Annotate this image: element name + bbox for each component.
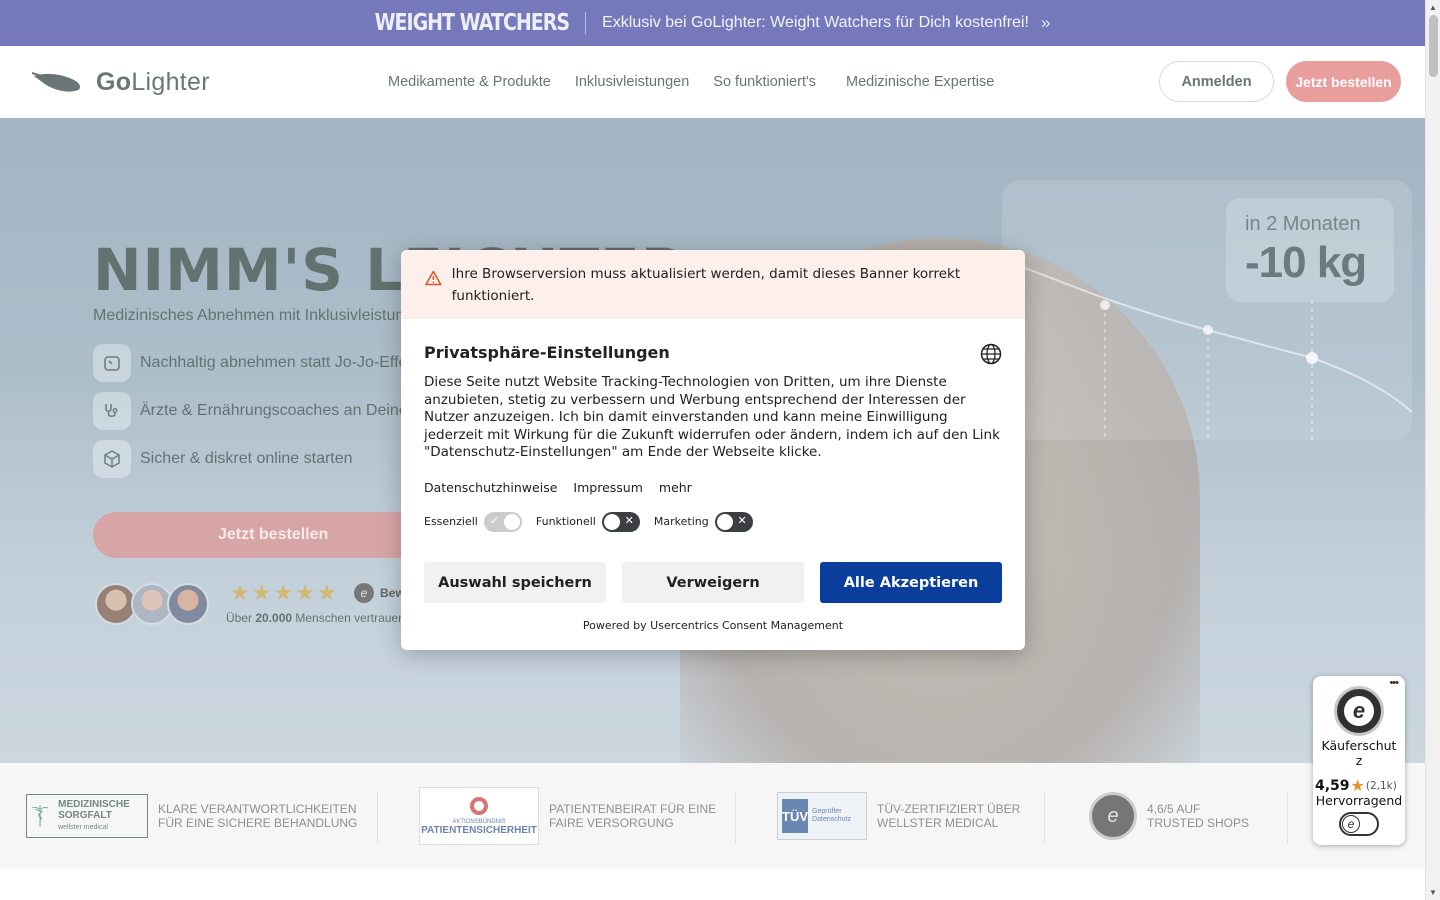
consent-body: Privatsphäre-Einstellungen Diese Seite n… [401,319,1025,532]
toggle-essential: ✓ [483,511,522,532]
toggle-label-essential: Essenziell [424,515,478,528]
more-link[interactable]: mehr [659,480,692,495]
x-icon: ✕ [737,513,747,527]
check-icon: ✓ [489,513,500,527]
scrollbar-thumb[interactable] [1429,15,1438,77]
scroll-up-arrow-icon[interactable]: ▲ [1429,3,1437,12]
rating-value: 4,59 [1315,777,1350,794]
warning-icon [425,270,442,286]
privacy-policy-link[interactable]: Datenschutzhinweise [424,480,557,495]
toggle-label-marketing: Marketing [653,515,709,528]
consent-title: Privatsphäre-Einstellungen [424,343,670,362]
consent-description: Diese Seite nutzt Website Tracking-Techn… [424,374,1000,460]
buyer-protection-label: Käuferschutz [1321,738,1397,768]
consent-links: Datenschutzhinweise Impressum mehr [424,480,1002,495]
warning-text: Ihre Browserversion muss aktualisiert we… [451,266,961,304]
powered-by[interactable]: Powered by Usercentrics Consent Manageme… [401,619,1025,632]
more-options-icon[interactable]: ••• [1389,677,1399,689]
rating-count: (2,1k) [1365,779,1397,792]
page: WEIGHT WATCHERS Exklusiv bei GoLighter: … [0,0,1425,900]
deny-button[interactable]: Verweigern [622,562,804,603]
imprint-link[interactable]: Impressum [573,480,642,495]
accept-all-button[interactable]: Alle Akzeptieren [820,562,1002,603]
trusted-shops-seal-icon: e [1334,686,1384,736]
globe-icon[interactable] [980,343,1002,365]
browser-warning: Ihre Browserversion muss aktualisiert we… [401,250,1025,319]
consent-modal: Ihre Browserversion muss aktualisiert we… [401,250,1025,650]
save-selection-button[interactable]: Auswahl speichern [424,562,606,603]
scrollbar[interactable]: ▲ ▼ [1425,0,1440,900]
consent-toggles: Essenziell ✓ Funktionell ✕ Marketing ✕ [424,511,1002,532]
trusted-shops-e-icon: e [1342,815,1360,833]
trusted-shops-widget[interactable]: ••• e Käuferschutz 4,59 ★ (2,1k) Hervorr… [1313,676,1405,845]
rating-verdict: Hervorragend [1315,793,1403,808]
scroll-down-arrow-icon[interactable]: ▼ [1429,888,1437,897]
x-icon: ✕ [624,513,634,527]
toggle-marketing[interactable]: ✕ [714,511,753,532]
toggle-functional[interactable]: ✕ [601,511,640,532]
toggle-label-functional: Funktionell [535,515,596,528]
trusted-shops-toggle[interactable]: e [1339,812,1379,836]
consent-buttons: Auswahl speichern Verweigern Alle Akzept… [424,562,1002,603]
